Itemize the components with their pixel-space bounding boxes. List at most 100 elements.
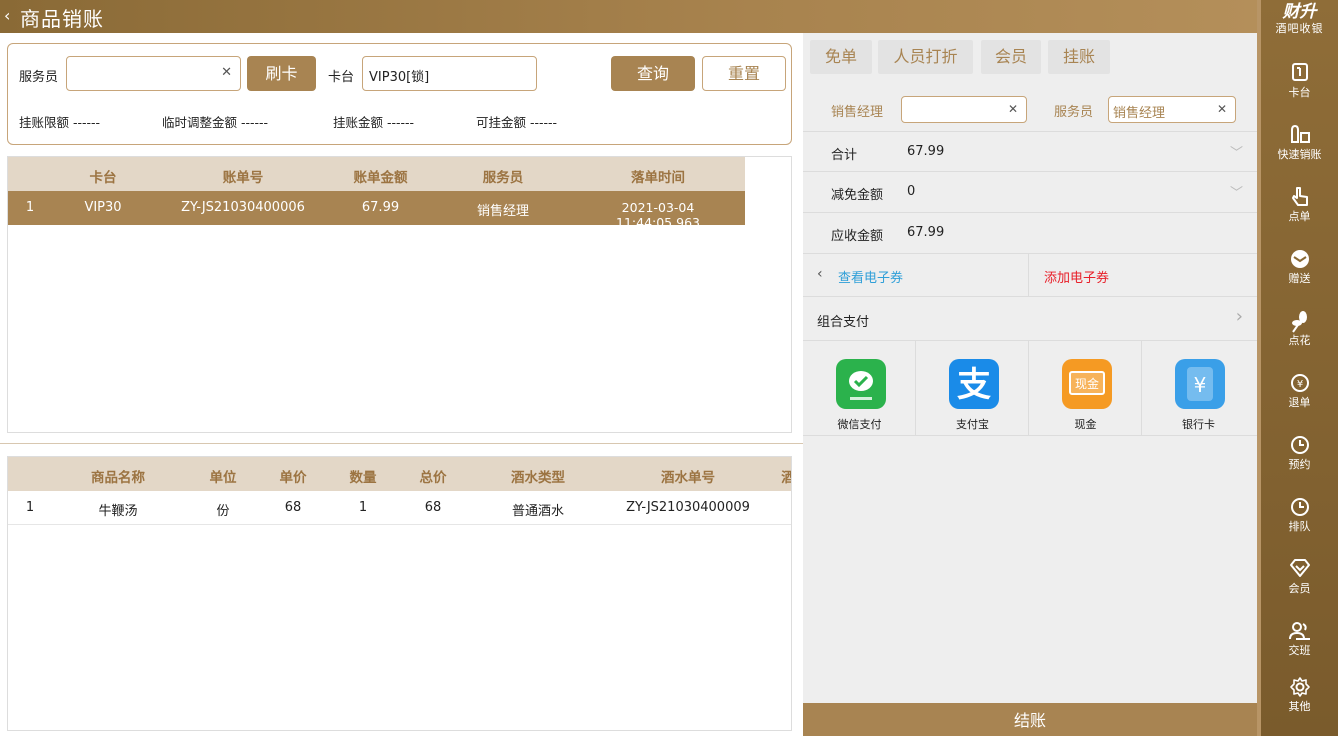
total-row[interactable]: 合计 67.99 ﹀: [803, 131, 1257, 172]
column-header: 服务员: [482, 170, 524, 186]
column-header: 卡台: [89, 170, 117, 186]
table-input[interactable]: VIP30[锁]: [362, 56, 537, 91]
combo-pay-row[interactable]: 组合支付 ›: [803, 297, 1257, 341]
column-header: 落单时间: [631, 170, 685, 186]
due-label: 应收金额: [831, 229, 884, 244]
pay-bankcard-button[interactable]: ¥ 银行卡: [1142, 341, 1255, 436]
pay-label: 支付宝: [956, 418, 989, 431]
sidebar-item-flower[interactable]: 点花: [1261, 310, 1338, 348]
stat-credit-limit: 挂账限额 ------: [19, 112, 100, 131]
discount-row[interactable]: 减免金额 0 ﹀: [803, 172, 1257, 213]
sidebar-item-label: 交班: [1288, 644, 1311, 657]
clear-icon[interactable]: ✕: [221, 65, 232, 80]
clear-icon[interactable]: ✕: [1217, 102, 1227, 116]
reset-button[interactable]: 重置: [702, 56, 786, 91]
row-price: 68: [284, 500, 302, 515]
waiter-select-value: 销售经理: [1113, 106, 1166, 121]
total-label: 合计: [831, 148, 858, 163]
chevron-right-icon: ›: [1235, 306, 1243, 327]
section-divider: [0, 443, 803, 444]
pay-alipay-button[interactable]: 支 支付宝: [916, 341, 1029, 436]
row-time: 2021-03-04 11:44:05.963: [616, 200, 700, 230]
sidebar-item-refund[interactable]: ¥ 退单: [1261, 372, 1338, 410]
settle-tabs: 免单 人员打折 会员 挂账: [803, 33, 1257, 87]
sidebar-item-handover[interactable]: 交班: [1261, 620, 1338, 658]
clock-icon: [1261, 434, 1338, 458]
view-coupon-label: 查看电子券: [838, 271, 904, 286]
table-row[interactable]: 1 牛鞭汤 份 68 1 68 普通酒水 ZY-JS21030400009: [8, 491, 791, 525]
chevron-left-icon: ‹: [817, 266, 823, 282]
manager-input[interactable]: ✕: [901, 96, 1027, 123]
stat-temp-adjust: 临时调整金额 ------: [162, 112, 268, 131]
discount-value: 0: [907, 184, 916, 199]
due-row: 应收金额 67.99: [803, 213, 1257, 254]
row-type: 普通酒水: [511, 504, 564, 519]
checkout-button[interactable]: 结账: [803, 703, 1257, 736]
filter-panel: 服务员 ✕ 刷卡 卡台 VIP30[锁] 查询 重置 挂账限额 ------ 临…: [7, 43, 792, 145]
items-table-header: 商品名称 单位 单价 数量 总价 酒水类型 酒水单号 酒: [8, 457, 791, 491]
discount-label: 减免金额: [831, 188, 884, 203]
tab-member[interactable]: 会员: [981, 40, 1041, 74]
sidebar-item-queue[interactable]: 排队: [1261, 496, 1338, 534]
column-header: 账单号: [222, 170, 264, 186]
svg-text:¥: ¥: [1296, 379, 1302, 390]
chevron-down-icon: ﹀: [1229, 146, 1243, 161]
sidebar-item-gift[interactable]: 赠送: [1261, 248, 1338, 286]
stat-value: ------: [241, 115, 269, 130]
items-table: 商品名称 单位 单价 数量 总价 酒水类型 酒水单号 酒 1 牛鞭汤 份 68 …: [7, 456, 792, 731]
svg-text:现金: 现金: [1075, 376, 1099, 391]
quick-writeoff-icon: [1261, 124, 1338, 148]
sidebar-item-label: 退单: [1288, 396, 1311, 409]
table-label: 卡台: [328, 70, 355, 85]
swipe-card-button[interactable]: 刷卡: [247, 56, 316, 91]
table-input-value: VIP30[锁]: [369, 70, 430, 85]
staff-select-row: 销售经理 ✕ 服务员 销售经理 ✕: [803, 89, 1257, 129]
row-index: 1: [25, 200, 35, 215]
row-waiter: 销售经理: [476, 204, 529, 219]
pay-label: 银行卡: [1182, 418, 1215, 431]
total-value: 67.99: [907, 144, 945, 159]
top-bar: ‹ 商品销账: [0, 0, 1257, 33]
sidebar-item-reserve[interactable]: 预约: [1261, 434, 1338, 472]
pay-cash-button[interactable]: 现金 现金: [1029, 341, 1142, 436]
column-header: 数量: [349, 470, 377, 486]
row-index: 1: [25, 500, 35, 515]
sidebar-item-order[interactable]: 点单: [1261, 186, 1338, 224]
sidebar-item-label: 预约: [1288, 458, 1311, 471]
waiter-input[interactable]: ✕: [66, 56, 241, 91]
query-button[interactable]: 查询: [611, 56, 695, 91]
cash-icon: 现金: [1062, 359, 1112, 409]
chevron-left-icon[interactable]: ‹: [4, 6, 10, 25]
tab-credit[interactable]: 挂账: [1048, 40, 1110, 74]
page-title: 商品销账: [20, 7, 104, 31]
handover-icon: [1261, 620, 1338, 644]
stat-value: ------: [387, 115, 415, 130]
sidebar-item-quick-writeoff[interactable]: 快速销账: [1261, 124, 1338, 162]
svg-text:支: 支: [957, 365, 991, 405]
tab-staff-discount[interactable]: 人员打折: [878, 40, 973, 74]
column-header: 单位: [209, 470, 237, 486]
table-row[interactable]: 1 VIP30 ZY-JS21030400006 67.99 销售经理 2021…: [8, 191, 745, 230]
sidebar-item-label: 点单: [1288, 210, 1311, 223]
row-table: VIP30: [84, 200, 122, 215]
column-header: 酒水单号: [661, 470, 715, 486]
sidebar-item-other[interactable]: 其他: [1261, 676, 1338, 714]
sidebar-item-member[interactable]: 会员: [1261, 558, 1338, 596]
row-no: ZY-JS21030400009: [626, 500, 750, 515]
column-header: 账单金额: [353, 170, 408, 186]
sidebar-item-label: 点花: [1288, 334, 1311, 347]
waiter-select[interactable]: 销售经理 ✕: [1108, 96, 1236, 123]
coupon-row: ‹ 查看电子券 添加电子券: [803, 254, 1257, 297]
clear-icon[interactable]: ✕: [1008, 102, 1018, 116]
tab-free[interactable]: 免单: [810, 40, 872, 74]
settle-panel: 免单 人员打折 会员 挂账 销售经理 ✕ 服务员 销售经理 ✕ 合计 67.99…: [803, 33, 1257, 736]
stat-label: 挂账金额: [333, 115, 384, 130]
view-coupon-button[interactable]: ‹ 查看电子券: [803, 254, 1029, 297]
svg-text:¥: ¥: [1194, 373, 1207, 397]
pay-wechat-button[interactable]: 微信支付: [803, 341, 916, 436]
stat-available-credit: 可挂金额 ------: [476, 112, 557, 131]
sidebar-item-label: 其他: [1288, 700, 1311, 713]
add-coupon-button[interactable]: 添加电子券: [1044, 267, 1109, 286]
sidebar-item-table[interactable]: 卡台: [1261, 62, 1338, 100]
chevron-down-icon: ﹀: [1229, 186, 1243, 201]
